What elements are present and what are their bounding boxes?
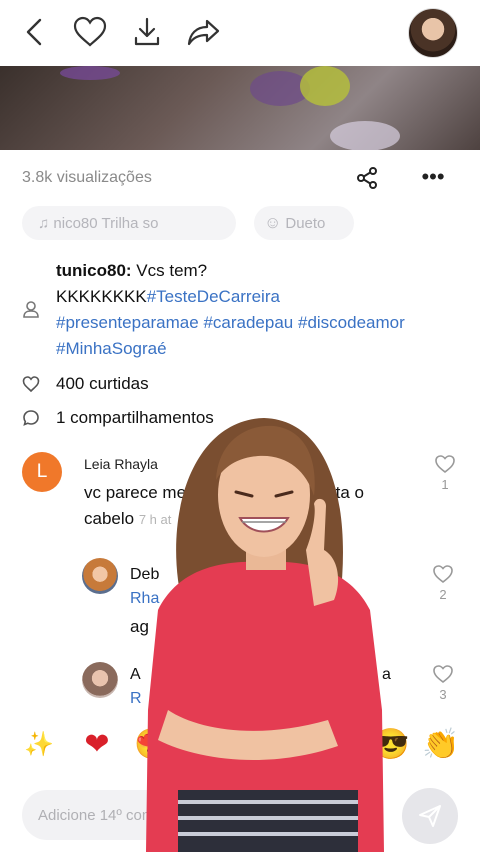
more-options-icon[interactable]: ••• (420, 166, 446, 192)
clapping-hands-emoji-icon[interactable]: 👏 (422, 726, 460, 764)
forward-arrow-icon[interactable] (184, 12, 224, 52)
send-button[interactable] (402, 788, 458, 844)
top-bar (0, 0, 480, 66)
comment-like-count: 2 (439, 587, 447, 602)
hashtag[interactable]: #presenteparamae (56, 313, 199, 332)
share-icon[interactable] (355, 166, 381, 192)
user-avatar[interactable] (408, 8, 458, 58)
heart-outline-icon (22, 375, 40, 393)
duet-label: Dueto (285, 214, 326, 232)
views-row: 3.8k visualizações ••• (22, 166, 462, 192)
avatar[interactable]: L (22, 452, 62, 492)
likes-count: 400 curtidas (56, 374, 149, 393)
avatar[interactable] (82, 558, 118, 594)
download-icon[interactable] (127, 12, 167, 52)
comment-bubble-icon (22, 409, 40, 427)
duet-icon: ☺ (264, 213, 282, 232)
hashtag[interactable]: #caradepau (203, 313, 293, 332)
avatar[interactable] (82, 662, 118, 698)
heart-icon[interactable] (70, 12, 110, 52)
post-caption: tunico80: Vcs tem? KKKKKKKK#TesteDeCarre… (56, 258, 456, 362)
music-chip-label: ♫ nico80 Trilha so (38, 214, 159, 232)
hashtag[interactable]: #MinhaSograé (56, 339, 167, 358)
comment-like-count: 1 (441, 477, 449, 492)
comment-like-button[interactable]: 3 (432, 664, 454, 702)
views-count: 3.8k visualizações (22, 169, 152, 186)
comment-like-count: 3 (439, 687, 447, 702)
music-chip[interactable]: ♫ nico80 Trilha so (22, 206, 236, 240)
send-icon (419, 805, 441, 827)
person-icon (22, 300, 40, 318)
likes-row: 400 curtidas (22, 372, 149, 396)
caption-author[interactable]: tunico80: (56, 261, 132, 280)
red-heart-emoji-icon[interactable]: ❤ (78, 726, 116, 764)
back-icon[interactable] (14, 12, 54, 52)
comment-like-button[interactable]: 2 (432, 564, 454, 602)
caption-text: Vcs tem? (131, 261, 208, 280)
person-sticker-overlay (138, 410, 390, 852)
caption-line2: KKKKKKKK (56, 287, 147, 306)
comment-like-button[interactable]: 1 (434, 454, 456, 492)
kkk-emoji-icon[interactable]: ✨ (20, 726, 58, 764)
hashtag[interactable]: #TesteDeCarreira (147, 287, 280, 306)
comment-input-placeholder: Adicione 14º com (38, 806, 155, 824)
hashtag[interactable]: #discodeamor (298, 313, 405, 332)
video-thumbnail[interactable] (0, 66, 480, 150)
duet-chip[interactable]: ☺ Dueto (254, 206, 354, 240)
